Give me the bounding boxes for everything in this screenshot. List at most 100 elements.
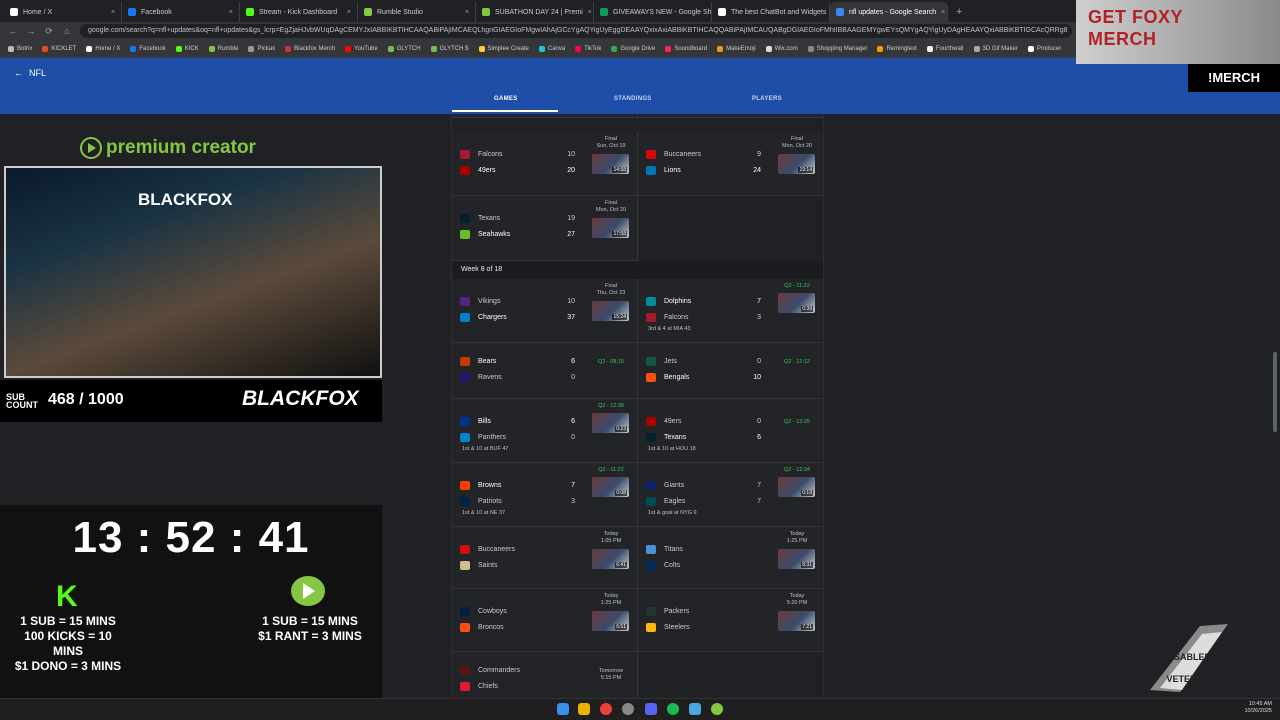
bookmark-favicon-icon xyxy=(807,45,814,52)
bookmark-item[interactable]: KICK xyxy=(175,45,199,52)
close-tab-icon[interactable]: × xyxy=(465,9,469,16)
bookmark-item[interactable]: Blackfox Merch xyxy=(285,45,335,52)
highlight-video-thumbnail[interactable]: 0:23 xyxy=(592,413,629,433)
game-card[interactable]: Titans Colts Today 1:25 PM 8:31 xyxy=(638,527,823,589)
game-card[interactable]: 49ers 0 Texans 6 Q2 - 13:25 1st & 10 at HOU 1… xyxy=(638,399,823,463)
bookmark-item[interactable]: KICKLET xyxy=(42,45,76,52)
highlight-video-thumbnail[interactable]: 17:58 xyxy=(592,218,629,238)
bookmark-item[interactable]: Wix.com xyxy=(765,45,798,52)
merch-title: GET FOXY MERCH xyxy=(1088,7,1183,49)
highlight-video-thumbnail[interactable]: 0:39 xyxy=(778,293,815,313)
browser-tab[interactable]: nfl updates - Google Search × xyxy=(830,2,948,22)
bookmark-item[interactable]: Fourthwall xyxy=(926,45,964,52)
browser-tab[interactable]: Facebook × xyxy=(122,2,240,22)
bookmark-item[interactable]: Home / X xyxy=(86,45,120,52)
bookmark-item[interactable]: YouTube xyxy=(345,45,378,52)
game-card[interactable]: Jets 0 Bengals 10 Q2 - 12:12 xyxy=(638,343,823,399)
game-card[interactable]: Commanders Chiefs Tomorrow 5:15 PM xyxy=(452,652,638,698)
game-card[interactable]: Buccaneers Saints Today 1:05 PM 6:41 xyxy=(452,527,638,589)
tab-games[interactable]: GAMES xyxy=(494,96,518,102)
close-tab-icon[interactable]: × xyxy=(347,9,351,16)
bookmark-item[interactable]: 3D Gif Maker xyxy=(973,45,1018,52)
bookmark-item[interactable]: Facebook xyxy=(130,45,166,52)
game-card[interactable]: Browns 7 Patriots 3 Q2 - 11:22 0:08 1st & 10 a… xyxy=(452,463,638,527)
highlight-video-thumbnail[interactable]: 15:24 xyxy=(592,301,629,321)
highlight-video-thumbnail[interactable]: 7:21 xyxy=(778,611,815,631)
discord-icon[interactable] xyxy=(645,703,657,715)
game-card[interactable]: Texans 19 Seahawks 27 Final Mon, Oct 20 17:58 xyxy=(452,196,638,261)
game-card[interactable]: Dolphins 7 Falcons 3 Q2 - 11:22 0:39 3rd & 4 a… xyxy=(638,279,823,343)
bookmark-item[interactable]: Botrix xyxy=(8,45,32,52)
highlight-video-thumbnail[interactable]: 6:51 xyxy=(592,611,629,631)
bookmark-item[interactable]: MakeEmoji xyxy=(717,45,756,52)
game-card[interactable]: Giants 7 Eagles 7 Q2 - 12:34 0:19 1st & goal a… xyxy=(638,463,823,527)
tab-players[interactable]: PLAYERS xyxy=(752,96,782,102)
team-name: 49ers xyxy=(664,417,682,425)
close-tab-icon[interactable]: × xyxy=(111,9,115,16)
back-arrow-icon[interactable]: ← xyxy=(8,26,18,36)
home-icon[interactable]: ⌂ xyxy=(62,26,72,36)
obs-icon[interactable] xyxy=(622,703,634,715)
browser-tab[interactable]: Rumble Studio × xyxy=(358,2,476,22)
bookmark-item[interactable]: TikTok xyxy=(575,45,601,52)
browser-tab[interactable]: Home / X × xyxy=(4,2,122,22)
back-to-league-link[interactable]: ← NFL xyxy=(14,68,46,78)
close-tab-icon[interactable]: × xyxy=(941,9,945,16)
bookmark-item[interactable]: Pickax xyxy=(248,45,276,52)
bookmark-item[interactable]: Shopping Manager xyxy=(807,45,867,52)
new-tab-icon[interactable]: + xyxy=(948,2,970,22)
bookmark-favicon-icon xyxy=(611,45,618,52)
rumble-app-icon[interactable] xyxy=(711,703,723,715)
bookmark-item[interactable]: GLYTCH xyxy=(387,45,421,52)
address-bar[interactable]: google.com/search?q=nfl+updates&oq=nfl+u… xyxy=(80,24,1072,38)
highlight-video-thumbnail[interactable]: 0:08 xyxy=(592,477,629,497)
spotify-icon[interactable] xyxy=(667,703,679,715)
clock-time: 10:45 AM xyxy=(1248,701,1272,707)
game-card[interactable]: Packers Steelers Today 5:20 PM 7:21 xyxy=(638,589,823,652)
team-logo-icon xyxy=(646,432,656,442)
team-name: Bills xyxy=(478,417,491,425)
bookmark-item[interactable]: Simplee Create xyxy=(478,45,529,52)
highlight-video-thumbnail[interactable]: 19:14 xyxy=(778,154,815,174)
highlight-video-thumbnail[interactable]: 8:31 xyxy=(778,549,815,569)
browser-tab[interactable]: The best ChatBot and Widgets× xyxy=(712,2,830,22)
bookmark-item[interactable]: Soundboard xyxy=(665,45,707,52)
bookmark-favicon-icon xyxy=(478,45,485,52)
status-line-2: 5:15 PM xyxy=(600,675,622,681)
bookmark-item[interactable]: Remingtext xyxy=(877,45,917,52)
windows-start-icon[interactable] xyxy=(557,703,569,715)
game-card[interactable]: Bears 6 Ravens 0 Q2 - 08:15 xyxy=(452,343,638,399)
reload-icon[interactable]: ⟳ xyxy=(44,26,54,37)
system-clock[interactable]: 10:45 AM 10/26/2025 xyxy=(1206,701,1272,715)
highlight-video-thumbnail[interactable]: 0:19 xyxy=(778,477,815,497)
team-logo-icon xyxy=(646,544,656,554)
tab-label: Rumble Studio xyxy=(377,8,423,16)
bookmark-item[interactable]: Producer xyxy=(1027,45,1061,52)
close-tab-icon[interactable]: × xyxy=(588,9,592,16)
team-name: Panthers xyxy=(478,433,507,441)
browser-tab[interactable]: Stream - Kick Dashboard × xyxy=(240,2,358,22)
page-scrollbar[interactable] xyxy=(1273,352,1277,432)
bookmark-item[interactable]: Canva xyxy=(538,45,565,52)
tab-standings[interactable]: STANDINGS xyxy=(614,96,652,102)
game-card[interactable]: Cowboys Broncos Today 1:25 PM 6:51 xyxy=(452,589,638,652)
game-card[interactable]: Bills 6 Panthers 0 Q2 - 12:39 0:23 1st & 10 at… xyxy=(452,399,638,463)
bookmark-item[interactable]: Google Drive xyxy=(611,45,655,52)
highlight-video-thumbnail[interactable]: 14:58 xyxy=(592,154,629,174)
bookmark-item[interactable]: Rumble xyxy=(208,45,238,52)
bookmark-item[interactable]: GLYTCH $ xyxy=(430,45,469,52)
game-card[interactable]: Falcons 10 49ers 20 Final Sun, Oct 19 14:58 xyxy=(452,132,638,196)
forward-arrow-icon[interactable]: → xyxy=(26,26,36,36)
bookmark-label: Pickax xyxy=(257,45,276,52)
highlight-video-thumbnail[interactable]: 6:41 xyxy=(592,549,629,569)
team-row: Saints xyxy=(460,559,575,571)
file-explorer-icon[interactable] xyxy=(578,703,590,715)
game-card[interactable]: Buccaneers 9 Lions 24 Final Mon, Oct 20 19:14 xyxy=(638,132,823,196)
game-card[interactable]: Vikings 10 Chargers 37 Final Thu, Oct 23 15:24 xyxy=(452,279,638,343)
notepad-icon[interactable] xyxy=(689,703,701,715)
browser-tab[interactable]: SUBATHON DAY 24 | Premi × xyxy=(476,2,594,22)
chrome-icon[interactable] xyxy=(600,703,612,715)
close-tab-icon[interactable]: × xyxy=(229,9,233,16)
browser-tab[interactable]: GIVEAWAYS NEW - Google She× xyxy=(594,2,712,22)
status-line-2: Mon, Oct 20 xyxy=(782,143,812,149)
